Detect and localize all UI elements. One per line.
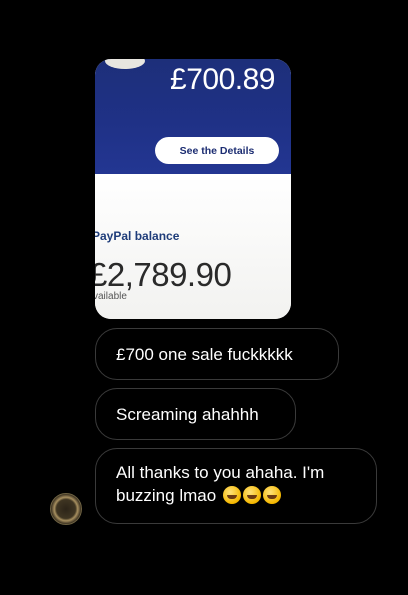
rolling-on-floor-laughing-icon	[262, 486, 281, 504]
message-text: Screaming ahahhh	[116, 405, 259, 424]
available-label: vailable	[95, 291, 127, 302]
sender-avatar[interactable]	[50, 493, 82, 525]
see-details-button: See the Details	[155, 137, 279, 164]
message-bubble[interactable]: £700 one sale fuckkkkk	[95, 328, 339, 380]
message-bubble[interactable]: All thanks to you ahaha. I'm buzzing lma…	[95, 448, 377, 524]
photo-blur-shape	[105, 59, 145, 69]
message-text: £700 one sale fuckkkkk	[116, 345, 293, 364]
message-text-line: buzzing lmao	[116, 486, 217, 505]
photo-white-section: PayPal balance £2,789.90 vailable	[95, 174, 291, 319]
shared-photo[interactable]: £700.89 See the Details PayPal balance £…	[95, 59, 291, 319]
paypal-balance-label: PayPal balance	[95, 229, 180, 243]
photo-blue-section: £700.89 See the Details	[95, 59, 291, 174]
message-bubble[interactable]: Screaming ahahhh	[95, 388, 296, 440]
rolling-on-floor-laughing-icon	[222, 486, 241, 504]
paypal-balance-amount: £2,789.90	[95, 256, 232, 293]
message-text-line: All thanks to you ahaha. I'm	[116, 463, 325, 482]
transaction-amount: £700.89	[170, 63, 275, 96]
rolling-on-floor-laughing-icon	[242, 486, 261, 504]
